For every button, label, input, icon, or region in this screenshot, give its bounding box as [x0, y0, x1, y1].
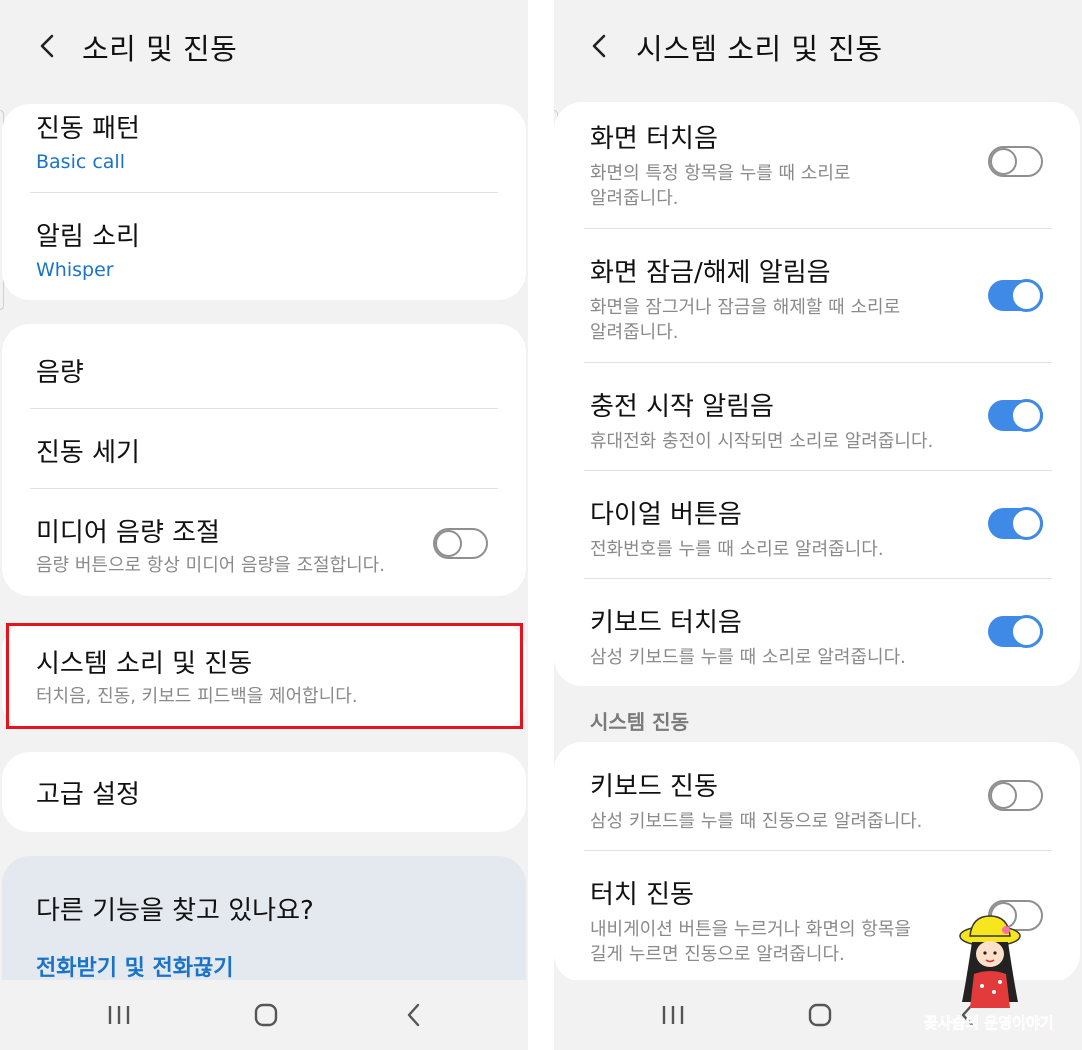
- back-nav-button[interactable]: [397, 998, 431, 1032]
- recent-apps-button[interactable]: [102, 998, 136, 1032]
- advanced-card: 고급 설정: [2, 752, 526, 832]
- divider: [584, 362, 1052, 363]
- item-value: Basic call: [36, 151, 125, 173]
- back-button[interactable]: [582, 28, 618, 64]
- home-button[interactable]: [249, 998, 283, 1032]
- notification-sound-item[interactable]: 알림 소리 Whisper: [36, 216, 498, 281]
- toggle-knob: [435, 530, 462, 557]
- app-header: 소리 및 진동: [0, 0, 528, 92]
- item-title: 터치 진동: [590, 880, 694, 910]
- divider: [30, 408, 498, 409]
- navigation-bar: [0, 980, 528, 1050]
- item-title: 화면 터치음: [590, 124, 718, 154]
- toggle-knob: [1010, 507, 1043, 540]
- recent-apps-button[interactable]: [656, 998, 690, 1032]
- touch-sound-toggle[interactable]: [988, 146, 1043, 177]
- home-icon: [254, 1003, 278, 1027]
- keyboard-vibration-toggle[interactable]: [988, 780, 1043, 811]
- charging-sound-toggle[interactable]: [988, 399, 1043, 432]
- sound-vibration-screen: 소리 및 진동 진동 패턴 Basic call 알림 소리 Whisper 음…: [0, 0, 528, 1050]
- item-title: 키보드 터치음: [590, 608, 742, 638]
- item-title: 다이얼 버튼음: [590, 500, 742, 530]
- toggle-knob: [1010, 615, 1043, 648]
- back-icon: [407, 1003, 420, 1027]
- keyboard-vibration-item[interactable]: 키보드 진동 삼성 키보드를 누를 때 진동으로 알려줍니다.: [590, 766, 970, 834]
- app-header: 시스템 소리 및 진동: [554, 0, 1082, 92]
- touch-vibration-item[interactable]: 터치 진동 내비게이션 버튼을 누르거나 화면의 항목을 길게 누르면 진동으로…: [590, 874, 970, 967]
- item-title: 진동 패턴: [36, 114, 140, 144]
- lock-sound-item[interactable]: 화면 잠금/해제 알림음 화면을 잠그거나 잠금을 해제할 때 소리로 알려줍니…: [590, 252, 970, 345]
- home-button[interactable]: [803, 998, 837, 1032]
- volume-card: 음량 진동 세기 미디어 음량 조절 음량 버튼으로 항상 미디어 음량을 조절…: [2, 324, 526, 596]
- suggestion-link[interactable]: 전화받기 및 전화끊기: [36, 950, 233, 982]
- keyboard-sound-item[interactable]: 키보드 터치음 삼성 키보드를 누를 때 소리로 알려줍니다.: [590, 602, 970, 670]
- chevron-left-icon: [40, 34, 54, 58]
- item-value: Whisper: [36, 259, 114, 281]
- toggle-knob: [1010, 279, 1043, 312]
- divider: [30, 192, 498, 193]
- item-title: 고급 설정: [36, 780, 140, 810]
- highlight-box: [6, 623, 523, 729]
- item-title: 충전 시작 알림음: [590, 392, 774, 422]
- volume-item[interactable]: 음량: [36, 352, 498, 389]
- item-title: 키보드 진동: [590, 772, 718, 802]
- divider: [584, 470, 1052, 471]
- toggle-knob: [1010, 399, 1043, 432]
- item-subtitle: 화면을 잠그거나 잠금을 해제할 때 소리로 알려줍니다.: [590, 297, 901, 343]
- lock-sound-toggle[interactable]: [988, 279, 1043, 312]
- item-subtitle: 삼성 키보드를 누를 때 소리로 알려줍니다.: [590, 647, 906, 668]
- media-volume-toggle[interactable]: [433, 528, 488, 559]
- toggle-knob: [990, 782, 1017, 809]
- ringtone-card: 진동 패턴 Basic call 알림 소리 Whisper: [2, 104, 526, 300]
- item-subtitle: 화면의 특정 항목을 누를 때 소리로 알려줍니다.: [590, 163, 851, 209]
- item-subtitle: 전화번호를 누를 때 소리로 알려줍니다.: [590, 539, 884, 560]
- divider: [584, 228, 1052, 229]
- item-subtitle: 삼성 키보드를 누를 때 진동으로 알려줍니다.: [590, 811, 923, 832]
- keyboard-sound-toggle[interactable]: [988, 615, 1043, 648]
- recent-apps-icon: [108, 1006, 130, 1024]
- charging-sound-item[interactable]: 충전 시작 알림음 휴대전화 충전이 시작되면 소리로 알려줍니다.: [590, 386, 1020, 454]
- dialpad-sound-item[interactable]: 다이얼 버튼음 전화번호를 누를 때 소리로 알려줍니다.: [590, 494, 970, 562]
- watermark-text: 꽃사슴의 운영이야기: [924, 1014, 1054, 1033]
- system-sound-screen: 시스템 소리 및 진동 화면 터치음 화면의 특정 항목을 누를 때 소리로 알…: [554, 0, 1082, 1050]
- divider: [30, 488, 498, 489]
- back-button[interactable]: [30, 28, 66, 64]
- suggestion-question: 다른 기능을 찾고 있나요?: [36, 896, 314, 926]
- item-title: 진동 세기: [36, 438, 140, 468]
- page-title: 시스템 소리 및 진동: [636, 32, 883, 66]
- vibration-intensity-item[interactable]: 진동 세기: [36, 432, 498, 469]
- recent-apps-icon: [662, 1006, 684, 1024]
- item-title: 화면 잠금/해제 알림음: [590, 258, 831, 288]
- page-title: 소리 및 진동: [82, 32, 238, 66]
- item-title: 알림 소리: [36, 222, 140, 252]
- item-subtitle: 내비게이션 버튼을 누르거나 화면의 항목을 길게 누르면 진동으로 알려줍니다…: [590, 919, 911, 965]
- home-icon: [808, 1003, 832, 1027]
- item-subtitle: 휴대전화 충전이 시작되면 소리로 알려줍니다.: [590, 431, 934, 452]
- chevron-left-icon: [592, 34, 606, 58]
- item-title: 음량: [36, 358, 84, 388]
- dialpad-sound-toggle[interactable]: [988, 507, 1043, 540]
- divider: [584, 578, 1052, 579]
- item-title: 미디어 음량 조절: [36, 518, 220, 548]
- divider: [584, 850, 1052, 851]
- touch-sound-item[interactable]: 화면 터치음 화면의 특정 항목을 누를 때 소리로 알려줍니다.: [590, 118, 970, 211]
- item-subtitle: 음량 버튼으로 항상 미디어 음량을 조절합니다.: [36, 555, 385, 576]
- section-header: 시스템 진동: [590, 710, 689, 734]
- system-sound-card: 화면 터치음 화면의 특정 항목을 누를 때 소리로 알려줍니다. 화면 잠금/…: [554, 102, 1080, 686]
- media-volume-item[interactable]: 미디어 음량 조절 음량 버튼으로 항상 미디어 음량을 조절합니다.: [36, 512, 426, 578]
- vibration-pattern-item[interactable]: 진동 패턴 Basic call: [36, 108, 498, 173]
- advanced-settings-item[interactable]: 고급 설정: [36, 774, 498, 811]
- toggle-knob: [990, 148, 1017, 175]
